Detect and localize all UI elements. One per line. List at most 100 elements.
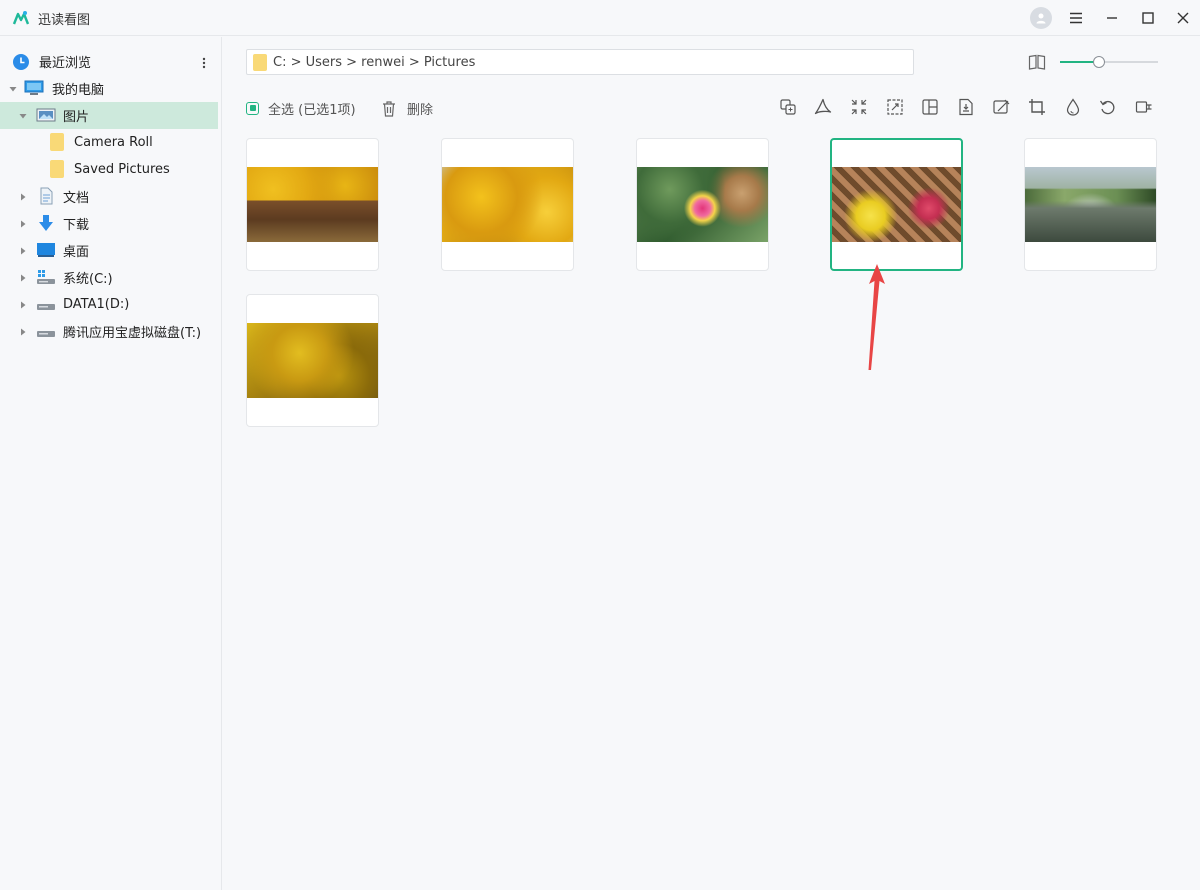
- sidebar-more-button[interactable]: [197, 54, 211, 72]
- sidebar-item-documents[interactable]: 文档: [0, 183, 218, 210]
- sidebar-item-my-computer[interactable]: 我的电脑: [0, 75, 218, 102]
- resize-button[interactable]: [885, 97, 905, 117]
- drive-icon: [37, 331, 55, 337]
- collage-icon: [922, 99, 938, 115]
- annotation-arrow-icon: [868, 264, 885, 370]
- close-button[interactable]: [1170, 5, 1196, 31]
- photo-ginkgo-tree: [247, 323, 378, 398]
- app-logo-icon: [12, 11, 30, 25]
- sidebar-item-label: 下载: [63, 218, 90, 233]
- photo-thumbnail-selected[interactable]: [830, 138, 963, 271]
- download-icon: [39, 215, 53, 231]
- photo-thumbnail[interactable]: [636, 138, 769, 271]
- format-convert-icon: [780, 99, 796, 115]
- chevron-down-icon[interactable]: [8, 84, 18, 94]
- document-icon: [40, 187, 53, 205]
- sidebar-item-drive-c[interactable]: 系统(C:): [0, 264, 218, 291]
- photo-thumbnail[interactable]: [246, 294, 379, 427]
- sidebar-item-camera-roll[interactable]: Camera Roll: [0, 129, 218, 156]
- to-pdf-button[interactable]: [813, 97, 833, 117]
- sidebar-item-label: 图片: [63, 110, 90, 125]
- rotate-button[interactable]: [1098, 97, 1118, 117]
- photo-thumbnail[interactable]: [441, 138, 574, 271]
- chevron-right-icon[interactable]: [18, 327, 28, 337]
- zoom-slider-handle[interactable]: [1093, 56, 1106, 68]
- chevron-right-icon[interactable]: [18, 300, 28, 310]
- sidebar-item-label: DATA1(D:): [63, 297, 130, 312]
- more-tools-button[interactable]: [1134, 97, 1154, 117]
- folder-icon: [253, 53, 267, 71]
- collage-button[interactable]: [920, 97, 940, 117]
- pdf-icon: [814, 98, 832, 115]
- address-bar[interactable]: C: > Users > renwei > Pictures: [246, 49, 914, 75]
- delete-label: 删除: [407, 102, 434, 118]
- image-to-pdf-icon: [959, 98, 973, 116]
- computer-icon: [24, 80, 44, 95]
- sidebar-item-saved-pictures[interactable]: Saved Pictures: [0, 156, 218, 183]
- hamburger-icon: [1070, 12, 1082, 24]
- sidebar-item-label: Saved Pictures: [74, 162, 170, 177]
- minimize-button[interactable]: [1099, 5, 1125, 31]
- compress-icon: [851, 99, 867, 115]
- chevron-down-icon[interactable]: [18, 111, 28, 121]
- desktop-icon: [37, 243, 55, 257]
- drive-icon: [37, 304, 55, 310]
- photo-ginkgo-branches: [442, 167, 573, 242]
- rotate-icon: [1099, 100, 1115, 115]
- chevron-right-icon[interactable]: [18, 246, 28, 256]
- app-title: 迅读看图: [38, 13, 91, 28]
- sidebar-item-label: Camera Roll: [74, 135, 153, 150]
- checkbox[interactable]: [246, 101, 259, 115]
- sidebar-item-desktop[interactable]: 桌面: [0, 237, 218, 264]
- close-icon: [1177, 12, 1189, 24]
- photo-thumbnail[interactable]: [1024, 138, 1157, 271]
- edit-button[interactable]: [991, 97, 1011, 117]
- photo-thumbnail[interactable]: [246, 138, 379, 271]
- select-all-checkbox[interactable]: 全选 (已选1项): [246, 98, 356, 118]
- title-bar: 迅读看图: [0, 0, 1200, 36]
- sidebar-item-label: 最近浏览: [39, 56, 92, 71]
- main-menu-button[interactable]: [1063, 5, 1089, 31]
- sidebar-item-drive-t[interactable]: 腾讯应用宝虚拟磁盘(T:): [0, 318, 218, 345]
- chevron-right-icon[interactable]: [18, 273, 28, 283]
- folder-icon: [47, 133, 67, 151]
- delete-button[interactable]: 删除: [381, 98, 433, 118]
- select-all-label: 全选 (已选1项): [268, 102, 356, 118]
- folder-icon: [47, 160, 67, 178]
- trash-icon: [383, 100, 395, 117]
- clock-icon: [13, 53, 29, 70]
- sidebar: 最近浏览 我的电脑 图片 Camera Roll Saved Pictures …: [0, 37, 222, 890]
- chevron-right-icon[interactable]: [18, 219, 28, 229]
- address-path: C: > Users > renwei > Pictures: [273, 54, 476, 70]
- resize-icon: [887, 99, 903, 115]
- chevron-right-icon[interactable]: [18, 192, 28, 202]
- pictures-folder-icon: [36, 108, 56, 122]
- sidebar-item-drive-d[interactable]: DATA1(D:): [0, 291, 218, 318]
- sidebar-item-downloads[interactable]: 下载: [0, 210, 218, 237]
- user-avatar-button[interactable]: [1028, 5, 1054, 31]
- image-to-pdf-button[interactable]: [956, 97, 976, 117]
- view-mode-button[interactable]: [1027, 53, 1047, 71]
- watermark-button[interactable]: [1063, 97, 1083, 117]
- crop-icon: [1029, 99, 1045, 115]
- checkbox-checked-mark: [249, 105, 256, 111]
- sidebar-item-recent[interactable]: 最近浏览: [0, 48, 218, 75]
- sidebar-item-label: 腾讯应用宝虚拟磁盘(T:): [63, 326, 202, 341]
- more-icon: [1135, 101, 1152, 113]
- compress-button[interactable]: [849, 97, 869, 117]
- zoom-slider[interactable]: [1060, 55, 1158, 69]
- sidebar-item-pictures[interactable]: 图片: [0, 102, 218, 129]
- maximize-icon: [1142, 12, 1154, 24]
- crop-button[interactable]: [1027, 97, 1047, 117]
- sidebar-item-label: 文档: [63, 191, 90, 206]
- photo-pink-flowers: [637, 167, 768, 242]
- format-convert-button[interactable]: [778, 97, 798, 117]
- edit-icon: [993, 99, 1010, 114]
- maximize-button[interactable]: [1135, 5, 1161, 31]
- sidebar-item-label: 桌面: [63, 245, 90, 260]
- sidebar-item-label: 系统(C:): [63, 272, 113, 287]
- photo-trellis-flowers: [832, 167, 961, 242]
- user-icon: [1036, 13, 1046, 24]
- system-drive-icon: [37, 270, 55, 284]
- watermark-icon: [1066, 98, 1080, 116]
